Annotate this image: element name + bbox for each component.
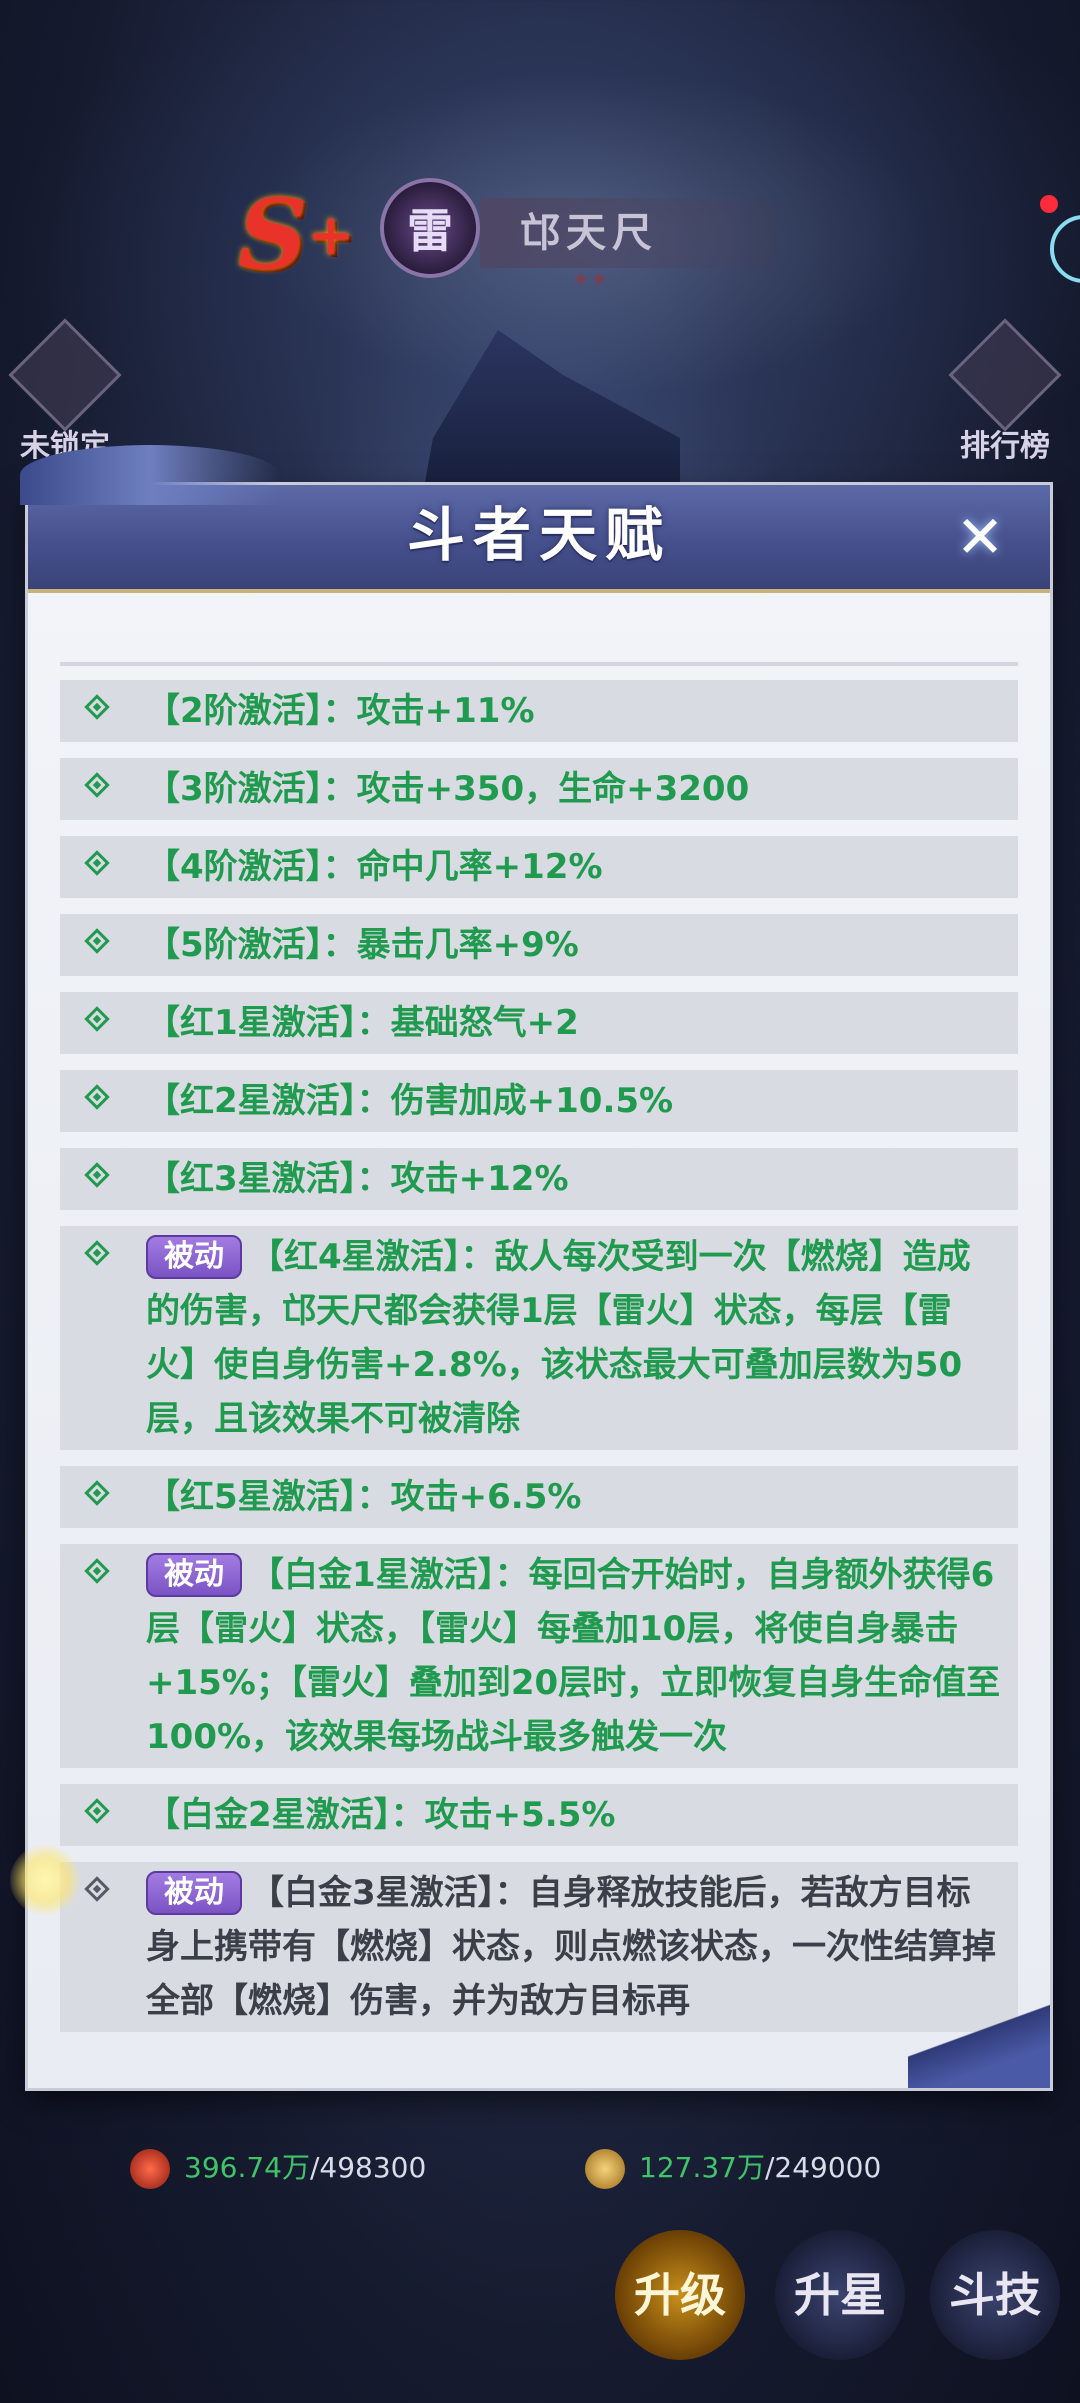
trophy-icon bbox=[948, 318, 1062, 432]
talent-text: 【红5星激活】：攻击+6.5% bbox=[146, 1477, 582, 1517]
talent-text: 【红1星激活】：基础怒气+2 bbox=[146, 1003, 579, 1043]
grade-badge: S+ bbox=[238, 178, 355, 291]
upgrade-button[interactable]: 升级 bbox=[615, 2230, 745, 2360]
passive-tag: 被动 bbox=[146, 1553, 242, 1597]
element-badge: 雷 bbox=[380, 178, 480, 278]
hero-name-sub: ✦✦ bbox=[571, 268, 609, 293]
skill-button[interactable]: 斗技 bbox=[930, 2230, 1060, 2360]
lock-button[interactable]: 未锁定 bbox=[5, 318, 125, 465]
upstar-button[interactable]: 升星 bbox=[775, 2230, 905, 2360]
diamond-bullet-icon bbox=[84, 694, 110, 720]
talent-row: 被动 【白金3星激活】：自身释放技能后，若敌方目标身上携带有【燃烧】状态，则点燃该… bbox=[60, 1862, 1018, 2032]
divider bbox=[60, 662, 1018, 666]
talent-list: 【2阶激活】：攻击+11% 【3阶激活】：攻击+350，生命+3200 【4阶激… bbox=[60, 680, 1018, 2048]
diamond-bullet-icon bbox=[84, 1240, 110, 1266]
talent-text: 【红4星激活】：敌人每次受到一次【燃烧】造成的伤害，邙天尺都会获得1层【雷火】状… bbox=[146, 1237, 971, 1439]
talent-text: 【白金3星激活】：自身释放技能后，若敌方目标身上携带有【燃烧】状态，则点燃该状态… bbox=[146, 1873, 996, 2021]
resource-total: /249000 bbox=[764, 2151, 882, 2184]
exp-potion-icon bbox=[130, 2149, 170, 2189]
diamond-bullet-icon bbox=[84, 1558, 110, 1584]
talent-row: 被动 【白金1星激活】：每回合开始时，自身额外获得6层【雷火】状态，【雷火】每叠加… bbox=[60, 1544, 1018, 1768]
diamond-bullet-icon bbox=[84, 1480, 110, 1506]
resource-gold: 127.37万/249000 bbox=[585, 2148, 882, 2189]
gold-coin-icon bbox=[585, 2149, 625, 2189]
talent-row: 被动 【红4星激活】：敌人每次受到一次【燃烧】造成的伤害，邙天尺都会获得1层【雷火… bbox=[60, 1226, 1018, 1450]
talent-row: 【4阶激活】：命中几率+12% bbox=[60, 836, 1018, 898]
close-button[interactable]: ✕ bbox=[950, 507, 1010, 567]
diamond-bullet-icon bbox=[84, 1798, 110, 1824]
hero-name: 邙天尺 bbox=[480, 198, 780, 268]
talent-row: 【红2星激活】：伤害加成+10.5% bbox=[60, 1070, 1018, 1132]
diamond-bullet-icon bbox=[84, 1006, 110, 1032]
resource-total: /498300 bbox=[309, 2151, 427, 2184]
talent-row: 【白金2星激活】：攻击+5.5% bbox=[60, 1784, 1018, 1846]
talent-row: 【3阶激活】：攻击+350，生命+3200 bbox=[60, 758, 1018, 820]
resource-amount: 396.74万 bbox=[184, 2151, 310, 2184]
talent-text: 【2阶激活】：攻击+11% bbox=[146, 691, 535, 731]
talent-modal: 斗者天赋 ✕ 【2阶激活】：攻击+11% 【3阶激活】：攻击+350，生命+32… bbox=[20, 445, 1050, 2088]
resource-exp: 396.74万/498300 bbox=[130, 2148, 427, 2189]
talent-row: 【红3星激活】：攻击+12% bbox=[60, 1148, 1018, 1210]
modal-title: 斗者天赋 bbox=[406, 501, 671, 569]
talent-text: 【红2星激活】：伤害加成+10.5% bbox=[146, 1081, 674, 1121]
lock-icon bbox=[8, 318, 122, 432]
passive-tag: 被动 bbox=[146, 1235, 242, 1279]
diamond-bullet-icon bbox=[84, 772, 110, 798]
talent-row: 【5阶激活】：暴击几率+9% bbox=[60, 914, 1018, 976]
talent-text: 【5阶激活】：暴击几率+9% bbox=[146, 925, 579, 965]
talent-text: 【白金2星激活】：攻击+5.5% bbox=[146, 1795, 616, 1835]
talent-text: 【4阶激活】：命中几率+12% bbox=[146, 847, 603, 887]
diamond-bullet-icon bbox=[84, 1876, 110, 1902]
diamond-bullet-icon bbox=[84, 850, 110, 876]
diamond-bullet-icon bbox=[84, 1084, 110, 1110]
diamond-bullet-icon bbox=[84, 928, 110, 954]
leaderboard-button[interactable]: 排行榜 bbox=[945, 318, 1065, 465]
talent-row: 【2阶激活】：攻击+11% bbox=[60, 680, 1018, 742]
resource-amount: 127.37万 bbox=[639, 2151, 765, 2184]
modal-decoration bbox=[908, 2000, 1050, 2088]
talent-text: 【3阶激活】：攻击+350，生命+3200 bbox=[146, 769, 750, 809]
sparkle-effect bbox=[10, 1845, 80, 1915]
talent-text: 【白金1星激活】：每回合开始时，自身额外获得6层【雷火】状态，【雷火】每叠加10… bbox=[146, 1555, 1001, 1757]
passive-tag: 被动 bbox=[146, 1871, 242, 1915]
talent-row: 【红1星激活】：基础怒气+2 bbox=[60, 992, 1018, 1054]
diamond-bullet-icon bbox=[84, 1162, 110, 1188]
talent-text: 【红3星激活】：攻击+12% bbox=[146, 1159, 569, 1199]
talent-row: 【红5星激活】：攻击+6.5% bbox=[60, 1466, 1018, 1528]
notification-dot bbox=[1040, 195, 1058, 213]
leaderboard-label: 排行榜 bbox=[960, 429, 1050, 464]
